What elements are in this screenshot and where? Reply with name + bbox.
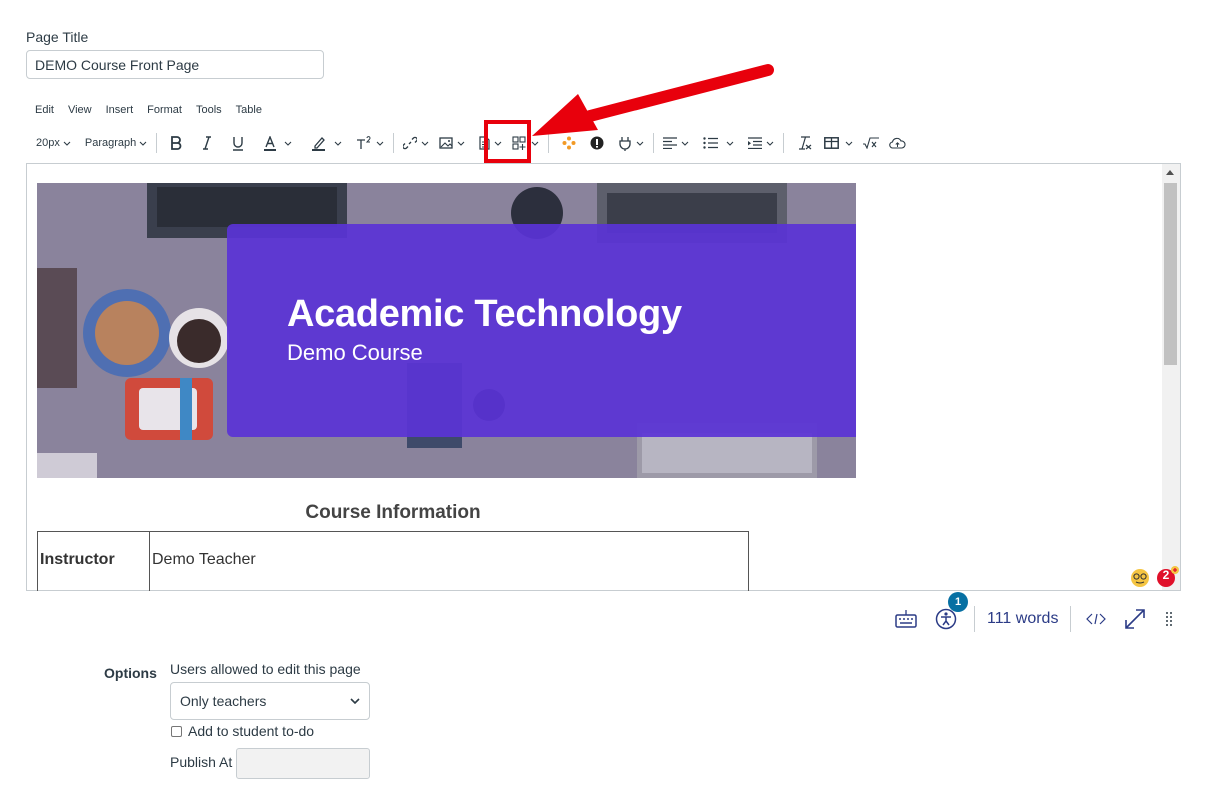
image-icon	[439, 137, 453, 149]
annotation-arrow	[532, 64, 774, 136]
html-editor-toggle[interactable]	[1081, 607, 1111, 631]
toolbar-divider	[156, 133, 158, 153]
publish-at-label: Publish At	[170, 754, 233, 770]
chevron-down-icon	[350, 698, 360, 704]
editor-menubar: Edit View Insert Format Tools Table	[35, 104, 262, 116]
link-button[interactable]	[398, 131, 434, 155]
highlight-color-button[interactable]	[307, 131, 347, 155]
italic-icon	[203, 136, 212, 150]
checker-badge-count: 2	[1162, 568, 1170, 582]
student-todo-label: Add to student to-do	[188, 723, 315, 739]
italic-button[interactable]	[197, 131, 217, 155]
instructor-value: Demo Teacher	[152, 551, 256, 568]
text-color-icon	[264, 135, 277, 151]
equation-button[interactable]	[858, 131, 884, 155]
chevron-down-icon	[334, 141, 342, 146]
menu-tools[interactable]: Tools	[196, 104, 222, 116]
editor-status-bar: 111 words	[890, 605, 1177, 633]
chevron-down-icon	[139, 141, 147, 146]
menu-table[interactable]: Table	[236, 104, 262, 116]
edit-permission-select[interactable]: Only teachers	[170, 682, 370, 720]
superscript-icon	[357, 136, 371, 149]
student-todo-option[interactable]: Add to student to-do	[170, 723, 314, 739]
clear-formatting-button[interactable]	[792, 131, 817, 155]
users-allowed-label: Users allowed to edit this page	[170, 661, 361, 677]
chevron-down-icon	[284, 141, 292, 146]
link-icon	[403, 136, 418, 150]
underline-button[interactable]	[227, 131, 249, 155]
expand-icon	[1125, 609, 1146, 629]
superscript-button[interactable]	[351, 131, 389, 155]
chevron-down-icon	[421, 141, 429, 146]
square-root-icon	[863, 137, 880, 149]
menu-format[interactable]: Format	[147, 104, 182, 116]
highlighter-icon	[312, 136, 326, 151]
code-icon	[1086, 613, 1107, 625]
underline-icon	[233, 136, 244, 151]
chevron-down-icon	[845, 141, 853, 146]
table-icon	[824, 137, 840, 149]
cloud-icon	[889, 137, 906, 149]
scroll-up-arrow-icon[interactable]	[1166, 170, 1174, 175]
status-divider	[1070, 606, 1072, 632]
menu-insert[interactable]: Insert	[106, 104, 134, 116]
page-title-input[interactable]	[26, 50, 324, 79]
cloud-upload-button[interactable]	[884, 131, 911, 155]
editor-scroll-thumb[interactable]	[1164, 183, 1177, 365]
options-label: Options	[104, 665, 157, 681]
resize-handle[interactable]	[1161, 607, 1177, 631]
banner-title: Academic Technology	[287, 293, 682, 335]
toolbar-divider	[783, 133, 785, 153]
menu-view[interactable]: View	[68, 104, 92, 116]
course-info-heading: Course Information	[305, 502, 481, 523]
text-color-button[interactable]	[259, 131, 297, 155]
table-button[interactable]	[819, 131, 858, 155]
chevron-down-icon	[457, 141, 465, 146]
instructor-label: Instructor	[40, 551, 115, 568]
chevron-down-icon	[376, 141, 384, 146]
block-format-value: Paragraph	[84, 137, 137, 149]
emoji-icon[interactable]	[1130, 568, 1150, 588]
banner-subtitle: Demo Course	[287, 340, 423, 365]
block-format-dropdown[interactable]: Paragraph	[80, 131, 152, 155]
fullscreen-button[interactable]	[1119, 607, 1151, 631]
bold-button[interactable]	[165, 131, 187, 155]
chevron-down-icon	[63, 141, 71, 146]
student-todo-checkbox[interactable]	[171, 725, 182, 737]
page-title-label: Page Title	[26, 29, 89, 45]
menu-edit[interactable]: Edit	[35, 104, 54, 116]
word-count[interactable]: 111 words	[975, 610, 1070, 628]
font-size-dropdown[interactable]: 20px	[31, 131, 76, 155]
publish-at-input[interactable]	[236, 748, 370, 779]
accessibility-issue-badge: 1	[948, 592, 968, 612]
keyboard-icon	[895, 610, 917, 628]
keyboard-shortcuts-button[interactable]	[890, 607, 922, 631]
image-button[interactable]	[434, 131, 470, 155]
clear-formatting-icon	[799, 136, 812, 150]
font-size-value: 20px	[36, 137, 60, 149]
edit-permission-value: Only teachers	[180, 693, 267, 709]
toolbar-divider	[393, 133, 395, 153]
drag-handle-icon	[1166, 612, 1173, 626]
bold-icon	[171, 136, 182, 150]
